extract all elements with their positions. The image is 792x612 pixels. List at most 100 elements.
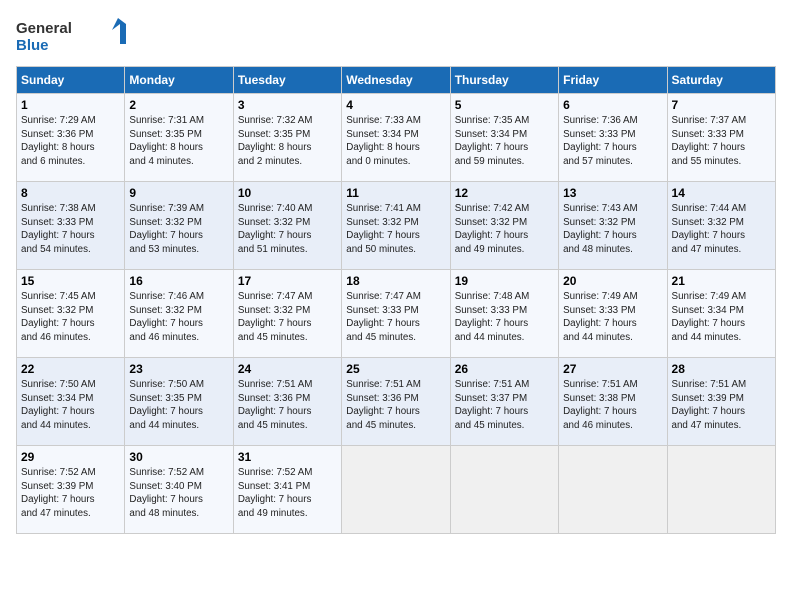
- day-info: Sunrise: 7:49 AMSunset: 3:34 PMDaylight:…: [672, 290, 771, 345]
- day-number: 2: [129, 98, 228, 112]
- day-cell-24: 24 Sunrise: 7:51 AMSunset: 3:36 PMDayligh…: [233, 358, 341, 446]
- empty-cell: [450, 446, 558, 534]
- svg-text:General: General: [16, 20, 72, 37]
- day-number: 30: [129, 450, 228, 464]
- day-cell-14: 14Sunrise: 7:44 AMSunset: 3:32 PMDayligh…: [667, 182, 775, 270]
- day-number: 1: [21, 98, 120, 112]
- day-info: Sunrise: 7:42 AMSunset: 3:32 PMDaylight:…: [455, 202, 554, 257]
- day-cell-17: 17 Sunrise: 7:47 AMSunset: 3:32 PMDayligh…: [233, 270, 341, 358]
- day-info: Sunrise: 7:47 AMSunset: 3:32 PMDaylight:…: [238, 290, 337, 345]
- day-cell-7: 7 Sunrise: 7:37 AMSunset: 3:33 PMDaylight…: [667, 94, 775, 182]
- week-row-2: 8 Sunrise: 7:38 AMSunset: 3:33 PMDaylight…: [17, 182, 776, 270]
- day-info: Sunrise: 7:46 AMSunset: 3:32 PMDaylight:…: [129, 290, 228, 345]
- day-number: 29: [21, 450, 120, 464]
- page-header: General Blue: [16, 16, 776, 56]
- day-info: Sunrise: 7:49 AMSunset: 3:33 PMDaylight:…: [563, 290, 662, 345]
- day-number: 19: [455, 274, 554, 288]
- day-cell-26: 26Sunrise: 7:51 AMSunset: 3:37 PMDayligh…: [450, 358, 558, 446]
- day-cell-11: 11 Sunrise: 7:41 AMSunset: 3:32 PMDayligh…: [342, 182, 450, 270]
- column-header-thursday: Thursday: [450, 67, 558, 94]
- day-cell-20: 20 Sunrise: 7:49 AMSunset: 3:33 PMDayligh…: [559, 270, 667, 358]
- empty-cell: [559, 446, 667, 534]
- day-number: 26: [455, 362, 554, 376]
- day-cell-1: 1 Sunrise: 7:29 AMSunset: 3:36 PMDaylight…: [17, 94, 125, 182]
- day-info: Sunrise: 7:52 AMSunset: 3:41 PMDaylight:…: [238, 466, 337, 521]
- day-cell-5: 5 Sunrise: 7:35 AMSunset: 3:34 PMDaylight…: [450, 94, 558, 182]
- day-info: Sunrise: 7:40 AMSunset: 3:32 PMDaylight:…: [238, 202, 337, 257]
- day-cell-6: 6Sunrise: 7:36 AMSunset: 3:33 PMDaylight…: [559, 94, 667, 182]
- day-number: 14: [672, 186, 771, 200]
- svg-text:Blue: Blue: [16, 37, 49, 54]
- day-number: 7: [672, 98, 771, 112]
- day-info: Sunrise: 7:37 AMSunset: 3:33 PMDaylight:…: [672, 114, 771, 169]
- day-cell-15: 15Sunrise: 7:45 AMSunset: 3:32 PMDayligh…: [17, 270, 125, 358]
- day-cell-16: 16 Sunrise: 7:46 AMSunset: 3:32 PMDayligh…: [125, 270, 233, 358]
- day-number: 11: [346, 186, 445, 200]
- column-header-saturday: Saturday: [667, 67, 775, 94]
- week-row-4: 22Sunrise: 7:50 AMSunset: 3:34 PMDayligh…: [17, 358, 776, 446]
- day-number: 9: [129, 186, 228, 200]
- day-info: Sunrise: 7:51 AMSunset: 3:38 PMDaylight:…: [563, 378, 662, 433]
- day-number: 23: [129, 362, 228, 376]
- day-info: Sunrise: 7:51 AMSunset: 3:36 PMDaylight:…: [238, 378, 337, 433]
- day-info: Sunrise: 7:35 AMSunset: 3:34 PMDaylight:…: [455, 114, 554, 169]
- day-info: Sunrise: 7:48 AMSunset: 3:33 PMDaylight:…: [455, 290, 554, 345]
- column-header-friday: Friday: [559, 67, 667, 94]
- logo-svg: General Blue: [16, 16, 136, 56]
- day-info: Sunrise: 7:33 AMSunset: 3:34 PMDaylight:…: [346, 114, 445, 169]
- day-number: 10: [238, 186, 337, 200]
- day-number: 17: [238, 274, 337, 288]
- day-info: Sunrise: 7:43 AMSunset: 3:32 PMDaylight:…: [563, 202, 662, 257]
- empty-cell: [342, 446, 450, 534]
- day-info: Sunrise: 7:51 AMSunset: 3:39 PMDaylight:…: [672, 378, 771, 433]
- day-number: 15: [21, 274, 120, 288]
- day-cell-29: 29 Sunrise: 7:52 AMSunset: 3:39 PMDayligh…: [17, 446, 125, 534]
- day-info: Sunrise: 7:38 AMSunset: 3:33 PMDaylight:…: [21, 202, 120, 257]
- day-cell-27: 27 Sunrise: 7:51 AMSunset: 3:38 PMDayligh…: [559, 358, 667, 446]
- day-info: Sunrise: 7:47 AMSunset: 3:33 PMDaylight:…: [346, 290, 445, 345]
- column-header-monday: Monday: [125, 67, 233, 94]
- day-cell-25: 25Sunrise: 7:51 AMSunset: 3:36 PMDayligh…: [342, 358, 450, 446]
- day-number: 5: [455, 98, 554, 112]
- day-number: 25: [346, 362, 445, 376]
- day-number: 4: [346, 98, 445, 112]
- day-cell-4: 4 Sunrise: 7:33 AMSunset: 3:34 PMDaylight…: [342, 94, 450, 182]
- calendar-table: SundayMondayTuesdayWednesdayThursdayFrid…: [16, 66, 776, 534]
- day-number: 13: [563, 186, 662, 200]
- day-info: Sunrise: 7:41 AMSunset: 3:32 PMDaylight:…: [346, 202, 445, 257]
- day-number: 18: [346, 274, 445, 288]
- day-cell-9: 9 Sunrise: 7:39 AMSunset: 3:32 PMDaylight…: [125, 182, 233, 270]
- day-info: Sunrise: 7:52 AMSunset: 3:39 PMDaylight:…: [21, 466, 120, 521]
- day-info: Sunrise: 7:52 AMSunset: 3:40 PMDaylight:…: [129, 466, 228, 521]
- empty-cell: [667, 446, 775, 534]
- day-info: Sunrise: 7:39 AMSunset: 3:32 PMDaylight:…: [129, 202, 228, 257]
- day-number: 8: [21, 186, 120, 200]
- day-cell-13: 13 Sunrise: 7:43 AMSunset: 3:32 PMDayligh…: [559, 182, 667, 270]
- column-headers: SundayMondayTuesdayWednesdayThursdayFrid…: [17, 67, 776, 94]
- day-cell-22: 22Sunrise: 7:50 AMSunset: 3:34 PMDayligh…: [17, 358, 125, 446]
- day-number: 27: [563, 362, 662, 376]
- column-header-wednesday: Wednesday: [342, 67, 450, 94]
- day-info: Sunrise: 7:29 AMSunset: 3:36 PMDaylight:…: [21, 114, 120, 169]
- week-row-3: 15Sunrise: 7:45 AMSunset: 3:32 PMDayligh…: [17, 270, 776, 358]
- column-header-tuesday: Tuesday: [233, 67, 341, 94]
- day-number: 3: [238, 98, 337, 112]
- day-cell-10: 10 Sunrise: 7:40 AMSunset: 3:32 PMDayligh…: [233, 182, 341, 270]
- day-cell-28: 28Sunrise: 7:51 AMSunset: 3:39 PMDayligh…: [667, 358, 775, 446]
- day-number: 20: [563, 274, 662, 288]
- day-number: 6: [563, 98, 662, 112]
- week-row-1: 1 Sunrise: 7:29 AMSunset: 3:36 PMDaylight…: [17, 94, 776, 182]
- day-number: 31: [238, 450, 337, 464]
- logo: General Blue: [16, 16, 136, 56]
- day-cell-31: 31 Sunrise: 7:52 AMSunset: 3:41 PMDayligh…: [233, 446, 341, 534]
- day-number: 21: [672, 274, 771, 288]
- day-cell-30: 30 Sunrise: 7:52 AMSunset: 3:40 PMDayligh…: [125, 446, 233, 534]
- day-cell-12: 12Sunrise: 7:42 AMSunset: 3:32 PMDayligh…: [450, 182, 558, 270]
- column-header-sunday: Sunday: [17, 67, 125, 94]
- week-row-5: 29 Sunrise: 7:52 AMSunset: 3:39 PMDayligh…: [17, 446, 776, 534]
- day-cell-3: 3Sunrise: 7:32 AMSunset: 3:35 PMDaylight…: [233, 94, 341, 182]
- day-number: 24: [238, 362, 337, 376]
- day-info: Sunrise: 7:50 AMSunset: 3:35 PMDaylight:…: [129, 378, 228, 433]
- day-number: 16: [129, 274, 228, 288]
- day-info: Sunrise: 7:31 AMSunset: 3:35 PMDaylight:…: [129, 114, 228, 169]
